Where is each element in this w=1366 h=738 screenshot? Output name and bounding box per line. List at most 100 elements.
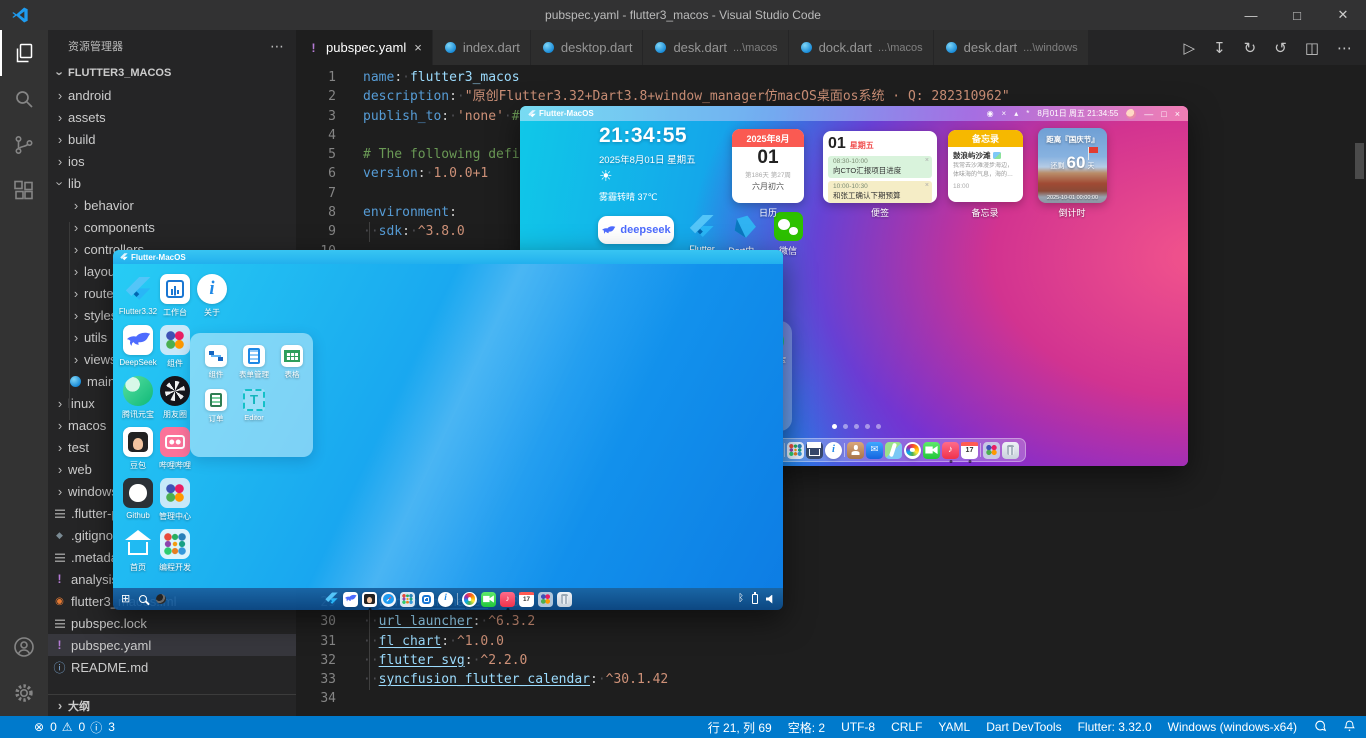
launchpad-app-DeepSeek[interactable]: DeepSeek — [119, 325, 157, 367]
explorer-icon[interactable] — [0, 30, 48, 76]
close-icon[interactable]: × — [925, 157, 929, 164]
launchpad-app-Github[interactable]: Github — [120, 478, 156, 520]
timeline-button[interactable]: ↺ — [1274, 39, 1287, 57]
deepseek-button[interactable]: deepseek — [598, 216, 674, 244]
tree-item[interactable]: › behavior — [48, 194, 296, 216]
minimize-button[interactable]: — — [1144, 109, 1153, 119]
status-item[interactable]: 行 21, 列 69 — [708, 719, 772, 736]
facetime-icon[interactable] — [481, 591, 496, 607]
close-icon[interactable]: × — [925, 182, 929, 189]
taskbar-deepseek[interactable] — [343, 591, 358, 607]
bell-icon[interactable] — [1343, 719, 1356, 736]
calendar-widget[interactable]: 2025年8月 01 第186天 第27周 六月初六 — [732, 129, 804, 203]
taskbar-widgets_gray[interactable] — [538, 591, 553, 607]
schedule-item[interactable]: 08:30-10:00 向CTO汇报项目进度 × — [828, 156, 932, 178]
split-editor-button[interactable]: ◫ — [1305, 39, 1319, 57]
dock-photos[interactable] — [904, 441, 921, 459]
aperture-icon[interactable] — [160, 376, 190, 406]
dock-trash[interactable] — [1002, 441, 1019, 459]
tree-item[interactable]: › build — [48, 128, 296, 150]
status-item[interactable]: YAML — [938, 720, 970, 734]
taskbar-music[interactable]: ♪ — [500, 591, 515, 610]
feedback-icon[interactable] — [1313, 719, 1327, 736]
taskbar-dashboard[interactable] — [419, 591, 434, 607]
launchpad-app-豆包[interactable]: 豆包 — [120, 427, 156, 471]
launchpad-app-首页[interactable]: 首页 — [120, 529, 156, 573]
dashboard-icon[interactable] — [419, 591, 434, 607]
tree-item[interactable]: › components — [48, 216, 296, 238]
tree-item[interactable]: ! pubspec.yaml — [48, 634, 296, 656]
taskbar-safari[interactable] — [381, 591, 396, 607]
trash-icon[interactable] — [1002, 441, 1019, 459]
tab-desktop.dart[interactable]: desktop.dart — [530, 30, 644, 65]
widgets-folder-panel[interactable]: 组件 表单管理 表格 订单 T Editor — [190, 333, 313, 457]
about-icon[interactable]: i — [438, 591, 453, 607]
facetime-icon[interactable] — [923, 441, 940, 459]
tree-item[interactable]: ⓘ README.md — [48, 656, 296, 678]
editor-scrollbar[interactable] — [1355, 143, 1364, 179]
order-icon[interactable] — [205, 389, 227, 411]
launchpad-title-bar[interactable]: Flutter-MacOS — [113, 250, 783, 264]
launchpad-app-管理中心[interactable]: 管理中心 — [157, 478, 193, 522]
tree-item[interactable]: › assets — [48, 106, 296, 128]
launchpad-app-编程开发[interactable]: 编程开发 — [157, 529, 193, 573]
status-item[interactable]: CRLF — [891, 720, 922, 734]
dock-music[interactable]: ♪ — [942, 441, 959, 463]
taskbar-trash[interactable] — [557, 591, 572, 607]
countdown-widget[interactable]: 距离『国庆节』 还剩 60 天 2025-10-01 00:00:00 — [1038, 128, 1107, 203]
form-icon[interactable] — [243, 345, 265, 367]
music-icon[interactable]: ♪ — [942, 441, 959, 459]
photos-icon[interactable] — [904, 441, 921, 459]
extensions-icon[interactable] — [0, 168, 48, 214]
run-button[interactable]: ▷ — [1184, 39, 1196, 57]
search-icon[interactable] — [139, 595, 148, 603]
taskbar-flutter[interactable] — [324, 592, 339, 607]
close-tab-icon[interactable]: × — [414, 40, 422, 55]
devapps-icon[interactable] — [400, 591, 415, 607]
github-icon[interactable] — [123, 478, 153, 508]
flutter-icon[interactable] — [324, 592, 339, 607]
devapps-icon[interactable] — [787, 441, 804, 459]
calendar-icon[interactable]: 17 — [519, 591, 534, 607]
maps-icon[interactable] — [885, 441, 902, 459]
dock-about[interactable]: i — [825, 441, 842, 459]
dock-home_dark[interactable] — [806, 441, 823, 459]
close-button[interactable]: ✕ — [1320, 0, 1366, 30]
launchpad-app-组件[interactable]: 组件 — [157, 325, 193, 369]
editor_t-icon[interactable]: T — [243, 389, 265, 411]
refresh-button[interactable]: ↻ — [1244, 39, 1257, 57]
widgets_blue-icon[interactable] — [160, 325, 190, 355]
source-control-icon[interactable] — [0, 122, 48, 168]
home_outline-icon[interactable] — [123, 529, 153, 559]
maximize-button[interactable]: □ — [1274, 0, 1320, 30]
page-dot[interactable] — [854, 424, 859, 429]
about-icon[interactable]: i — [197, 274, 227, 304]
page-dot[interactable] — [832, 424, 837, 429]
photos-icon[interactable] — [462, 591, 477, 607]
page-dot[interactable] — [843, 424, 848, 429]
deepseek-icon[interactable] — [123, 325, 153, 355]
close-button[interactable]: × — [1175, 109, 1180, 119]
contacts-icon[interactable] — [847, 441, 864, 459]
doubao-icon[interactable] — [362, 591, 377, 607]
tab-pubspec.yaml[interactable]: ! pubspec.yaml × — [296, 30, 433, 65]
home_dark-icon[interactable] — [806, 441, 823, 459]
screenshot-icon[interactable]: × — [1002, 109, 1007, 118]
dock-contacts[interactable] — [847, 441, 864, 459]
tab-dock.dart[interactable]: dock.dart ...\macos — [788, 30, 934, 65]
taskbar-devapps[interactable] — [400, 591, 415, 607]
account-icon[interactable] — [0, 624, 48, 670]
dock-calendar[interactable]: 17 — [961, 441, 978, 463]
deepseek-icon[interactable] — [343, 591, 358, 607]
problems-indicator[interactable]: ⊗ 0 ⚠ 0 ⓘ 3 — [34, 719, 115, 736]
folder-app-表格[interactable]: 表格 — [275, 345, 309, 380]
notes-widget[interactable]: 01 星期五 08:30-10:00 向CTO汇报项目进度 × 10:00-10:30… — [823, 131, 937, 203]
admin-icon[interactable] — [160, 478, 190, 508]
launcher-grid-icon[interactable]: ⊞ — [121, 593, 130, 605]
more-actions-button[interactable]: ⋯ — [1337, 39, 1352, 57]
trash-icon[interactable] — [557, 591, 572, 607]
tree-item[interactable]: › ios — [48, 150, 296, 172]
about-icon[interactable]: i — [825, 441, 842, 459]
outline-section[interactable]: › 大纲 — [48, 694, 296, 716]
widgets_gray-icon[interactable] — [983, 441, 1000, 459]
